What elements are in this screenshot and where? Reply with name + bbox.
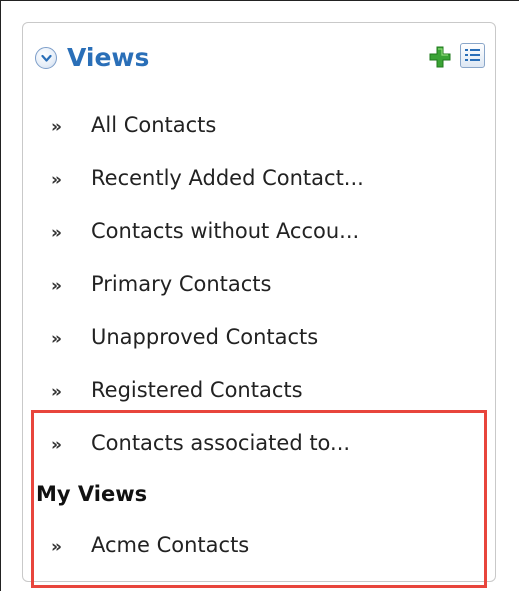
view-item-contacts-associated-to[interactable]: » Contacts associated to... [51, 428, 350, 458]
view-item-label: All Contacts [91, 113, 217, 137]
view-item-label: Primary Contacts [91, 272, 272, 296]
double-chevron-right-icon: » [51, 170, 62, 190]
double-chevron-right-icon: » [51, 329, 62, 349]
views-panel-header: Views [35, 37, 485, 77]
view-item-label: Contacts associated to... [91, 431, 351, 455]
double-chevron-right-icon: » [51, 435, 62, 455]
views-panel: Views » All Contacts » Recently Added Cont… [22, 22, 496, 588]
views-panel-title: Views [67, 43, 150, 72]
view-item-label: Recently Added Contact... [91, 166, 364, 190]
view-item-label: Unapproved Contacts [91, 325, 319, 349]
view-item-label: Acme Contacts [91, 533, 250, 557]
chevron-down-circle-icon[interactable] [35, 47, 57, 69]
double-chevron-right-icon: » [51, 223, 62, 243]
green-plus-icon[interactable] [428, 45, 452, 69]
double-chevron-right-icon: » [51, 276, 62, 296]
view-item-contacts-without-account[interactable]: » Contacts without Accou... [51, 216, 359, 246]
double-chevron-right-icon: » [51, 537, 62, 557]
list-icon[interactable] [460, 43, 485, 68]
view-item-label: Contacts without Accou... [91, 219, 360, 243]
double-chevron-right-icon: » [51, 117, 62, 137]
view-item-recently-added-contacts[interactable]: » Recently Added Contact... [51, 163, 364, 193]
view-item-all-contacts[interactable]: » All Contacts [51, 110, 216, 140]
view-item-acme-contacts[interactable]: » Acme Contacts [51, 530, 249, 560]
my-views-heading: My Views [36, 482, 148, 506]
view-item-label: Registered Contacts [91, 378, 303, 402]
view-item-unapproved-contacts[interactable]: » Unapproved Contacts [51, 322, 318, 352]
view-item-registered-contacts[interactable]: » Registered Contacts [51, 375, 303, 405]
double-chevron-right-icon: » [51, 382, 62, 402]
view-item-primary-contacts[interactable]: » Primary Contacts [51, 269, 271, 299]
